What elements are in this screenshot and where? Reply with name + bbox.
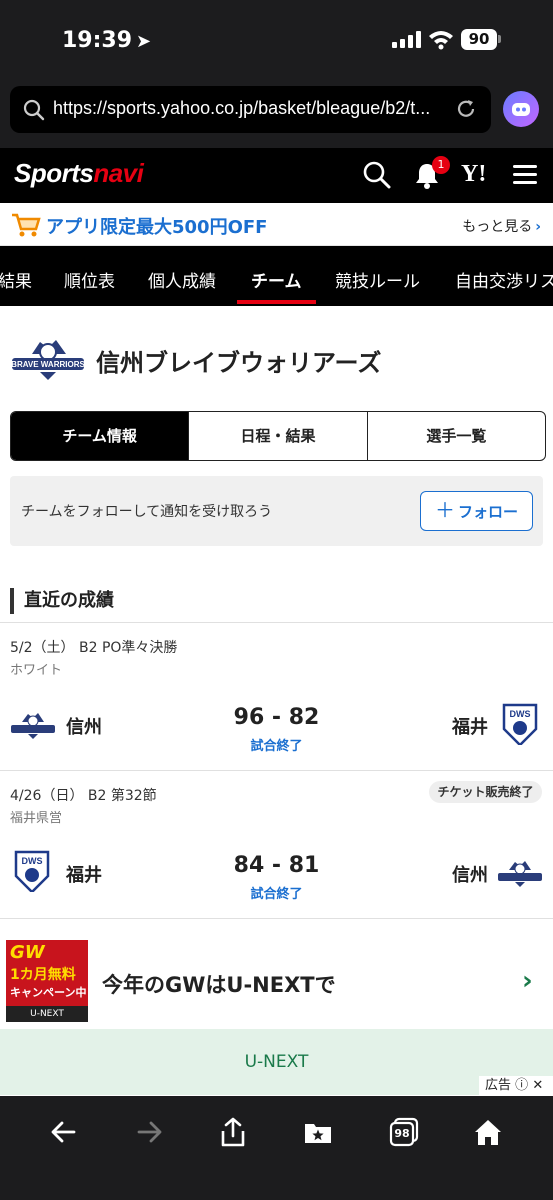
chevron-right-icon: › bbox=[535, 219, 541, 235]
nav-item-results[interactable]: 結果 bbox=[0, 267, 32, 292]
plus-icon: ＋ bbox=[434, 498, 455, 522]
team-name: 信州ブレイブウォリアーズ bbox=[96, 349, 382, 377]
reload-icon[interactable] bbox=[455, 98, 477, 120]
status-bar: 19:39 ➤ 90 bbox=[0, 0, 553, 80]
address-bar[interactable]: https://sports.yahoo.co.jp/basket/bleagu… bbox=[10, 86, 491, 133]
ticket-status-badge: チケット販売終了 bbox=[429, 781, 542, 803]
nav-item-free-agent[interactable]: 自由交渉リスト bbox=[455, 267, 553, 292]
tab-team-info[interactable]: チーム情報 bbox=[11, 412, 190, 460]
away-team[interactable]: 福井 bbox=[452, 713, 488, 739]
ad-image: GW 1カ月無料 キャンペーン中 U-NEXT bbox=[6, 940, 88, 1022]
tab-schedule[interactable]: 日程・結果 bbox=[189, 412, 368, 460]
svg-text:DWS: DWS bbox=[510, 709, 531, 719]
search-icon[interactable] bbox=[362, 160, 392, 190]
url-text: https://sports.yahoo.co.jp/basket/bleagu… bbox=[53, 98, 431, 118]
back-arrow-icon[interactable] bbox=[48, 1116, 80, 1148]
browser-toolbar: 98 bbox=[0, 1096, 553, 1200]
app-promo-bar[interactable]: アプリ限定最大500円OFF もっと見る › bbox=[0, 203, 553, 246]
status-time: 19:39 ➤ bbox=[62, 28, 151, 53]
sportsnavi-logo[interactable]: Sportsnavi bbox=[14, 158, 144, 189]
ad-headline: 今年のGWはU-NEXTで bbox=[102, 973, 336, 997]
nav-item-team[interactable]: チーム bbox=[251, 267, 302, 292]
tabs-count: 98 bbox=[394, 1127, 410, 1140]
ad-unit[interactable]: GW 1カ月無料 キャンペーン中 U-NEXT 今年のGWはU-NEXTで › bbox=[0, 933, 553, 1029]
ad-image-campaign: キャンペーン中 bbox=[10, 986, 87, 999]
browser-address-area: https://sports.yahoo.co.jp/basket/bleagu… bbox=[0, 80, 553, 148]
follow-text: チームをフォローして通知を受け取ろう bbox=[21, 504, 273, 520]
signal-icon bbox=[392, 31, 422, 48]
promo-more-label: もっと見る bbox=[462, 219, 533, 235]
ad-banner[interactable]: U-NEXT bbox=[0, 1029, 553, 1095]
team-logo-shinshu bbox=[498, 861, 542, 887]
battery-tip bbox=[498, 35, 501, 43]
info-icon: ⓘ bbox=[515, 1078, 529, 1093]
ad-label[interactable]: 広告 ⓘ ✕ bbox=[479, 1076, 553, 1096]
game-date: 5/2（土） B2 PO準々決勝 bbox=[10, 640, 178, 656]
time-text: 19:39 bbox=[62, 28, 133, 53]
wifi-icon bbox=[429, 31, 453, 50]
team-logo-brave-warriors: BRAVE WARRIORS bbox=[11, 340, 85, 380]
logo-sports-text: Sports bbox=[14, 158, 94, 188]
section-title: 直近の成績 bbox=[10, 588, 114, 614]
logo-navi-text: navi bbox=[93, 158, 144, 188]
promo-text: アプリ限定最大500円OFF bbox=[46, 217, 268, 238]
nav-item-standings[interactable]: 順位表 bbox=[64, 267, 115, 292]
close-icon[interactable]: ✕ bbox=[532, 1078, 543, 1093]
notification-badge: 1 bbox=[432, 156, 450, 174]
category-nav: 結果 順位表 個人成績 チーム 競技ルール 自由交渉リスト bbox=[0, 246, 553, 306]
assistant-bot-icon[interactable] bbox=[503, 91, 539, 127]
divider bbox=[0, 918, 553, 919]
team-logo-fukui: DWS bbox=[502, 703, 538, 745]
divider bbox=[0, 770, 553, 771]
menu-icon[interactable] bbox=[510, 160, 540, 190]
ad-label-text: 広告 bbox=[485, 1078, 512, 1093]
ad-image-free: 1カ月無料 bbox=[10, 967, 76, 983]
battery-indicator: 90 bbox=[461, 29, 497, 50]
svg-text:BRAVE WARRIORS: BRAVE WARRIORS bbox=[11, 360, 85, 369]
yahoo-logo[interactable]: Y! bbox=[461, 161, 486, 188]
ad-image-brand: U-NEXT bbox=[6, 1006, 88, 1022]
follow-button[interactable]: ＋フォロー bbox=[420, 491, 533, 531]
home-icon[interactable] bbox=[472, 1116, 504, 1148]
tab-roster[interactable]: 選手一覧 bbox=[368, 412, 545, 460]
ad-image-gw: GW bbox=[10, 942, 45, 963]
chevron-right-icon: › bbox=[522, 966, 533, 996]
bookmarks-folder-icon[interactable] bbox=[302, 1116, 334, 1148]
follow-button-label: フォロー bbox=[457, 503, 518, 521]
nav-active-indicator bbox=[237, 300, 316, 304]
game-venue: 福井県営 bbox=[10, 811, 63, 826]
forward-arrow-icon[interactable] bbox=[133, 1116, 165, 1148]
game-venue: ホワイト bbox=[10, 663, 63, 678]
search-icon bbox=[23, 99, 45, 121]
divider bbox=[0, 622, 553, 623]
location-arrow-icon: ➤ bbox=[136, 31, 152, 52]
game-date: 4/26（日） B2 第32節 bbox=[10, 788, 157, 804]
away-team[interactable]: 信州 bbox=[452, 861, 488, 887]
tabs-button[interactable]: 98 bbox=[388, 1116, 420, 1148]
nav-item-rules[interactable]: 競技ルール bbox=[335, 267, 420, 292]
promo-more-link[interactable]: もっと見る › bbox=[462, 216, 541, 236]
cart-icon bbox=[12, 213, 41, 237]
follow-panel: チームをフォローして通知を受け取ろう ＋フォロー bbox=[10, 476, 543, 546]
share-icon[interactable] bbox=[217, 1116, 249, 1148]
nav-item-player-stats[interactable]: 個人成績 bbox=[148, 267, 216, 292]
team-segment-control: チーム情報 日程・結果 選手一覧 bbox=[10, 411, 546, 461]
